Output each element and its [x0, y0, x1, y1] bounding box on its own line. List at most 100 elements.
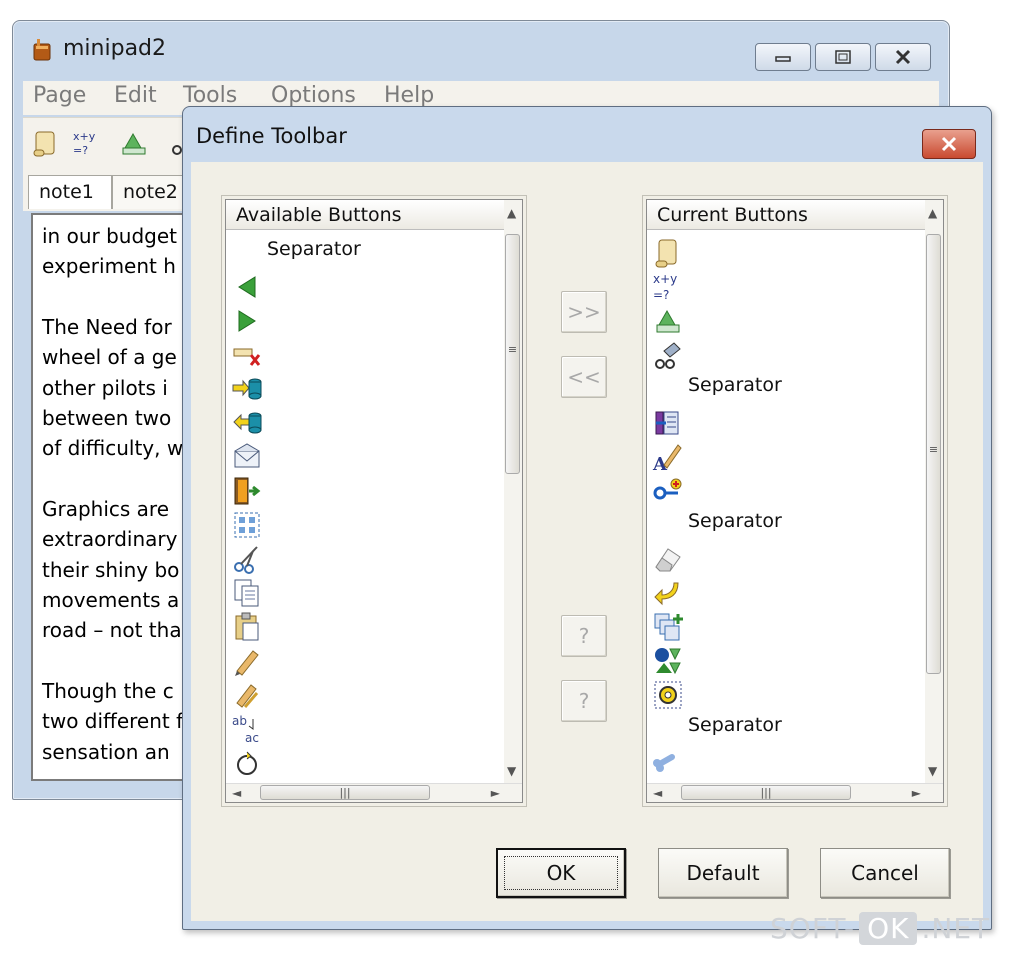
add-button[interactable]: >>	[561, 291, 607, 333]
available-list-item[interactable]	[231, 474, 491, 508]
forward-arrow-icon	[238, 310, 256, 332]
available-list-item[interactable]	[231, 644, 491, 678]
tab-note1[interactable]: note1	[28, 175, 112, 209]
cancel-button[interactable]: Cancel	[820, 848, 950, 898]
watermark-prefix: SOFT-	[770, 912, 856, 945]
move-down-button[interactable]: ?	[561, 680, 607, 722]
watermark-suffix: .NET	[921, 912, 991, 945]
menu-tools[interactable]: Tools	[183, 83, 237, 108]
recycle-icon[interactable]	[119, 128, 149, 158]
available-list-item[interactable]: ab ac	[231, 712, 491, 746]
available-list-item[interactable]: Separator	[231, 236, 491, 270]
current-buttons-header: Current Buttons	[647, 200, 925, 230]
current-list-item[interactable]: A	[652, 440, 912, 474]
current-list-item[interactable]	[652, 610, 912, 644]
available-list-item[interactable]	[231, 304, 491, 338]
current-hscroll-thumb[interactable]: |||	[681, 785, 851, 800]
note-line: movements a	[42, 588, 180, 612]
separator-label: Separator	[267, 238, 361, 260]
scroll-up-icon[interactable]: ▲	[928, 206, 937, 220]
available-vscroll-thumb[interactable]: ≡	[505, 234, 520, 474]
close-icon	[941, 136, 957, 152]
svg-text:ac: ac	[245, 731, 259, 745]
scroll-down-icon[interactable]: ▼	[928, 764, 937, 778]
separator-label: Separator	[688, 374, 782, 396]
scroll-up-icon[interactable]: ▲	[507, 206, 516, 220]
close-button[interactable]	[875, 43, 931, 71]
available-list-item[interactable]	[231, 746, 491, 780]
current-list-item[interactable]	[652, 406, 912, 440]
ok-button[interactable]: OK	[496, 848, 626, 898]
svg-text:x+y: x+y	[73, 130, 96, 143]
current-vscrollbar[interactable]: ▲ ≡ ▼	[925, 200, 943, 784]
current-list-item[interactable]: x+y =?	[652, 270, 912, 304]
available-buttons-list[interactable]: Available Buttons Separator ab ac ▲ ≡ ▼ ◄ …	[225, 199, 523, 803]
available-hscroll-thumb[interactable]: |||	[260, 785, 430, 800]
current-list-item[interactable]	[652, 746, 912, 780]
tab-note1-label: note1	[39, 181, 94, 203]
scroll-right-icon[interactable]: ►	[491, 786, 500, 800]
settings-gear-icon	[654, 681, 682, 709]
menu-options[interactable]: Options	[271, 83, 356, 108]
note-line: two different f	[42, 709, 184, 733]
available-list-item[interactable]	[231, 440, 491, 474]
available-list-item[interactable]	[231, 678, 491, 712]
minimize-button[interactable]	[755, 43, 811, 71]
menu-help[interactable]: Help	[384, 83, 434, 108]
note-line: experiment h	[42, 254, 176, 278]
current-list-item[interactable]	[652, 576, 912, 610]
copy-icon	[234, 579, 259, 607]
calculator-icon: x+y =?	[653, 272, 677, 302]
current-list-item[interactable]: Separator	[652, 372, 912, 406]
current-list-item[interactable]	[652, 304, 912, 338]
note-line: in our budget	[42, 224, 177, 248]
pencil-swap-icon	[236, 684, 259, 708]
note-line: sensation an	[42, 740, 170, 764]
available-vscrollbar[interactable]: ▲ ≡ ▼	[504, 200, 522, 784]
current-buttons-list[interactable]: Current Buttons x+y =? Separator A Separator…	[646, 199, 944, 803]
menu-edit[interactable]: Edit	[114, 83, 157, 108]
available-list-item[interactable]	[231, 610, 491, 644]
current-list-item[interactable]	[652, 236, 912, 270]
current-list-item[interactable]	[652, 338, 912, 372]
note-line: of difficulty, w	[42, 436, 184, 460]
scroll-icon[interactable]	[31, 128, 61, 158]
available-list-item[interactable]	[231, 508, 491, 542]
grip-icon: |||	[760, 786, 772, 799]
current-list-item[interactable]	[652, 474, 912, 508]
current-vscroll-thumb[interactable]: ≡	[926, 234, 941, 674]
move-up-button[interactable]: ?	[561, 615, 607, 657]
remove-button[interactable]: <<	[561, 356, 607, 398]
current-list-item[interactable]	[652, 678, 912, 712]
available-list-item[interactable]	[231, 542, 491, 576]
grip-icon: |||	[339, 786, 351, 799]
note-line: other pilots i	[42, 376, 168, 400]
current-list-item[interactable]	[652, 542, 912, 576]
default-button[interactable]: Default	[658, 848, 788, 898]
scroll-left-icon[interactable]: ◄	[232, 786, 241, 800]
available-hscrollbar[interactable]: ◄ ||| ►	[226, 783, 522, 802]
scroll-left-icon[interactable]: ◄	[653, 786, 662, 800]
scroll-down-icon[interactable]: ▼	[507, 764, 516, 778]
available-list-item[interactable]	[231, 338, 491, 372]
menu-page[interactable]: Page	[33, 83, 86, 108]
current-list-item[interactable]	[652, 644, 912, 678]
calculator-icon[interactable]: x+y=?	[71, 128, 101, 158]
grip-icon: ≡	[507, 343, 518, 356]
current-list-item[interactable]: Separator	[652, 508, 912, 542]
current-list-item[interactable]: Separator	[652, 712, 912, 746]
available-list-item[interactable]	[231, 576, 491, 610]
scroll-right-icon[interactable]: ►	[912, 786, 921, 800]
current-hscrollbar[interactable]: ◄ ||| ►	[647, 783, 943, 802]
svg-text:ab: ab	[232, 714, 247, 728]
dialog-close-button[interactable]	[922, 129, 976, 159]
dialog-body: Available Buttons Separator ab ac ▲ ≡ ▼ ◄ …	[191, 162, 983, 921]
available-list-item[interactable]	[231, 270, 491, 304]
main-titlebar[interactable]: minipad2	[13, 21, 949, 83]
exit-door-icon	[234, 477, 261, 505]
maximize-button[interactable]	[815, 43, 871, 71]
app-title: minipad2	[63, 36, 167, 61]
replace-text-icon: ab ac	[232, 714, 259, 745]
available-list-item[interactable]	[231, 372, 491, 406]
available-list-item[interactable]	[231, 406, 491, 440]
